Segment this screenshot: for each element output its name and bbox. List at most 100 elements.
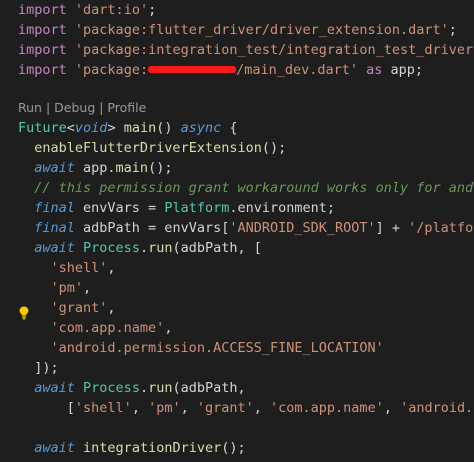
function-call: integrationDriver — [83, 440, 222, 456]
punctuation: , — [383, 400, 401, 416]
code-line-7[interactable]: enableFlutterDriverExtension(); — [0, 138, 474, 158]
code-line-13[interactable]: 'shell', — [0, 258, 474, 278]
alias-text: app; — [382, 62, 424, 78]
identifier: app. — [74, 160, 116, 176]
punctuation: [ — [18, 400, 75, 416]
string-literal: 'android.permission.ACCESS_FINE_LOCATION… — [50, 340, 384, 356]
punctuation: ]); — [18, 360, 59, 376]
code-line-11[interactable]: final adbPath = envVars['ANDROID_SDK_ROO… — [0, 218, 474, 238]
punctuation: , — [131, 400, 149, 416]
keyword-await: await — [34, 160, 75, 176]
keyword-final: final — [34, 200, 75, 216]
punctuation: , — [107, 260, 116, 276]
string-literal: 'pm' — [50, 280, 84, 296]
identifier: adbPath = envVars[ — [74, 220, 230, 236]
punctuation: (); — [148, 160, 173, 176]
function-call: main — [115, 160, 149, 176]
codelens-debug[interactable]: Debug — [54, 100, 95, 115]
code-line-16[interactable]: 'com.app.name', — [0, 318, 474, 338]
punctuation: , — [107, 300, 116, 316]
type-process: Process — [83, 240, 140, 256]
identifier: .environment; — [229, 200, 336, 216]
lightbulb-icon[interactable] — [19, 306, 29, 320]
punctuation: . — [139, 240, 149, 256]
code-line-6[interactable]: Future<void> main() async { — [0, 118, 474, 138]
code-line-9[interactable]: // this permission grant workaround work… — [0, 178, 474, 198]
code-line-10[interactable]: final envVars = Platform.environment; — [0, 198, 474, 218]
code-line-19[interactable]: await Process.run(adbPath, — [0, 378, 474, 398]
keyword-await: await — [34, 380, 75, 396]
punctuation: { — [221, 120, 238, 136]
punctuation: , — [83, 280, 92, 296]
code-line-4[interactable]: import 'package: /main_dev.dart' as app; — [0, 60, 474, 80]
punctuation: , — [164, 320, 173, 336]
string-literal: 'android. — [400, 400, 474, 416]
string-literal: 'ANDROID_SDK_ROOT' — [229, 220, 376, 236]
string-literal: 'shell' — [74, 400, 132, 416]
string-literal: 'package: — [74, 62, 149, 78]
code-line-1[interactable]: import 'dart:io'; — [0, 0, 474, 20]
punctuation: (); — [221, 440, 246, 456]
punctuation: > — [107, 120, 124, 136]
string-literal: /main_dev.dart' — [236, 62, 358, 78]
punctuation: ; — [448, 22, 457, 38]
punctuation: (); — [261, 140, 287, 156]
keyword-import: import — [18, 62, 67, 78]
code-line-8[interactable]: await app.main(); — [0, 158, 474, 178]
punctuation: , — [180, 400, 197, 416]
punctuation: (adbPath, [ — [172, 240, 262, 256]
keyword-import: import — [18, 22, 67, 38]
codelens-profile[interactable]: Profile — [107, 100, 146, 115]
code-line-20[interactable]: ['shell', 'pm', 'grant', 'com.app.name',… — [0, 398, 474, 418]
keyword-import: import — [18, 2, 67, 18]
code-line-22[interactable]: await integrationDriver(); — [0, 438, 474, 458]
punctuation: () — [156, 120, 181, 136]
code-line-18[interactable]: ]); — [0, 358, 474, 378]
codelens-bar: Run | Debug | Profile — [0, 98, 474, 118]
code-line-2[interactable]: import 'package:flutter_driver/driver_ex… — [0, 20, 474, 40]
type-future: Future — [18, 120, 67, 136]
string-literal: 'package:flutter_driver/driver_extension… — [74, 22, 449, 38]
string-literal: '/platfo — [408, 220, 474, 236]
punctuation: < — [66, 120, 75, 136]
codelens-separator: | — [95, 100, 108, 115]
keyword-await: await — [34, 240, 75, 256]
string-literal: 'com.app.name' — [270, 400, 384, 416]
punctuation: (adbPath, — [172, 380, 246, 396]
codelens-separator: | — [41, 100, 55, 115]
code-line-12[interactable]: await Process.run(adbPath, [ — [0, 238, 474, 258]
codelens-run[interactable]: Run — [18, 100, 42, 115]
code-editor[interactable]: import 'dart:io'; import 'package:flutte… — [0, 0, 474, 462]
punctuation: , — [253, 400, 271, 416]
type-void: void — [74, 120, 108, 136]
keyword-import: import — [18, 42, 67, 58]
function-call: run — [148, 240, 173, 256]
string-literal: 'grant' — [196, 400, 254, 416]
string-literal: 'package:integration_test/integration_te… — [74, 42, 474, 58]
keyword-async: async — [180, 120, 222, 136]
punctuation: ; — [148, 2, 157, 18]
keyword-final: final — [34, 220, 75, 236]
code-line-14[interactable]: 'pm', — [0, 278, 474, 298]
punctuation: ] + — [375, 220, 409, 236]
keyword-as: as — [366, 62, 383, 78]
code-line-17[interactable]: 'android.permission.ACCESS_FINE_LOCATION… — [0, 338, 474, 358]
code-line-15[interactable]: 'grant', — [0, 298, 474, 318]
punctuation: . — [139, 380, 149, 396]
code-line-3[interactable]: import 'package:integration_test/integra… — [0, 40, 474, 60]
